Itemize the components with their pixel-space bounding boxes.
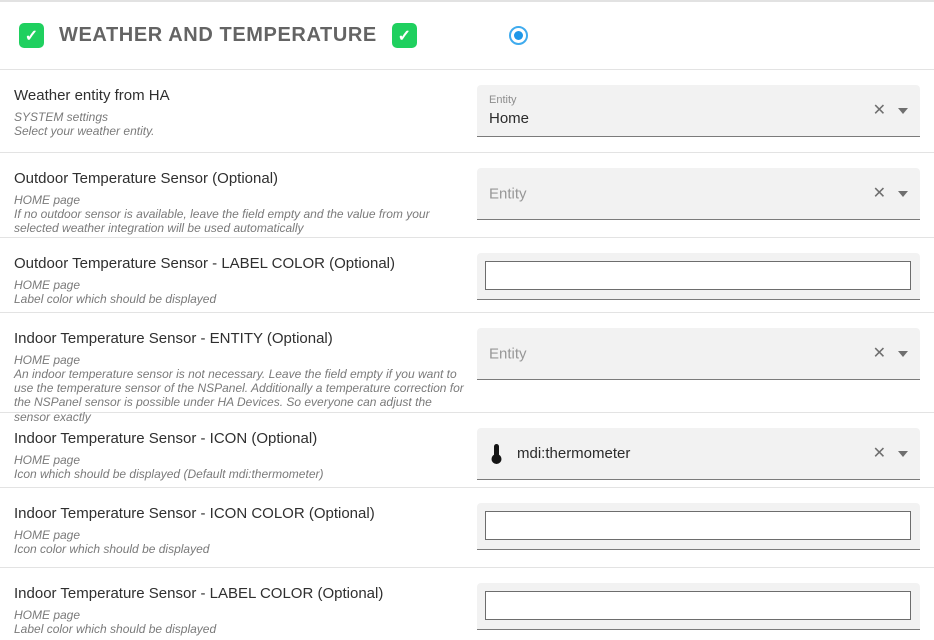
clear-icon[interactable]: ✕	[873, 103, 886, 119]
row-description: If no outdoor sensor is available, leave…	[14, 207, 466, 235]
field-placeholder: Entity	[489, 185, 527, 202]
row-indoor-icon-color: Indoor Temperature Sensor - ICON COLOR (…	[0, 488, 934, 568]
indoor-label-color-field	[477, 583, 920, 630]
field-value: Home	[489, 110, 529, 127]
row-indoor-icon: Indoor Temperature Sensor - ICON (Option…	[0, 413, 934, 488]
row-context: HOME page	[14, 278, 467, 292]
thermometer-icon	[489, 443, 504, 465]
row-outdoor-label-color: Outdoor Temperature Sensor - LABEL COLOR…	[0, 238, 934, 313]
row-label-block: Indoor Temperature Sensor - ENTITY (Opti…	[0, 313, 477, 412]
indoor-icon-color-field	[477, 503, 920, 550]
row-label-block: Indoor Temperature Sensor - ICON (Option…	[0, 413, 477, 487]
row-indoor-entity: Indoor Temperature Sensor - ENTITY (Opti…	[0, 313, 934, 413]
section-confirm-checkbox[interactable]: ✓	[392, 23, 417, 48]
clear-icon[interactable]: ✕	[873, 446, 886, 462]
outdoor-temp-entity-select[interactable]: Entity ✕	[477, 168, 920, 220]
row-label-block: Indoor Temperature Sensor - ICON COLOR (…	[0, 488, 477, 567]
row-description: Label color which should be displayed	[14, 622, 466, 636]
radio-dot-icon	[514, 31, 523, 40]
section-header: ✓ WEATHER AND TEMPERATURE ✓	[0, 2, 934, 70]
row-title: Weather entity from HA	[14, 87, 467, 104]
row-title: Indoor Temperature Sensor - ENTITY (Opti…	[14, 330, 467, 347]
chevron-down-icon[interactable]	[898, 191, 908, 197]
chevron-down-icon[interactable]	[898, 451, 908, 457]
settings-page: ✓ WEATHER AND TEMPERATURE ✓ Weather enti…	[0, 0, 934, 640]
indoor-icon-select[interactable]: mdi:thermometer ✕	[477, 428, 920, 480]
row-title: Indoor Temperature Sensor - ICON (Option…	[14, 430, 467, 447]
row-label-block: Weather entity from HA SYSTEM settings S…	[0, 70, 477, 152]
row-outdoor-temp-sensor: Outdoor Temperature Sensor (Optional) HO…	[0, 153, 934, 238]
row-description: Icon which should be displayed (Default …	[14, 467, 466, 481]
field-value: mdi:thermometer	[517, 445, 630, 462]
row-title: Outdoor Temperature Sensor - LABEL COLOR…	[14, 255, 467, 272]
check-icon: ✓	[25, 26, 38, 46]
row-title: Outdoor Temperature Sensor (Optional)	[14, 170, 467, 187]
row-weather-entity: Weather entity from HA SYSTEM settings S…	[0, 70, 934, 153]
row-title: Indoor Temperature Sensor - LABEL COLOR …	[14, 585, 467, 602]
outdoor-label-color-input[interactable]	[485, 261, 911, 290]
page-title: WEATHER AND TEMPERATURE	[59, 24, 377, 47]
field-label: Entity	[489, 94, 517, 106]
row-context: HOME page	[14, 353, 467, 367]
section-radio-selected[interactable]	[509, 26, 528, 45]
check-icon: ✓	[398, 26, 411, 46]
indoor-icon-color-input[interactable]	[485, 511, 911, 540]
row-description: Icon color which should be displayed	[14, 542, 466, 556]
row-label-block: Outdoor Temperature Sensor - LABEL COLOR…	[0, 238, 477, 312]
row-context: HOME page	[14, 528, 467, 542]
row-label-block: Indoor Temperature Sensor - LABEL COLOR …	[0, 568, 477, 640]
row-description: Label color which should be displayed	[14, 292, 466, 306]
indoor-temp-entity-select[interactable]: Entity ✕	[477, 328, 920, 380]
clear-icon[interactable]: ✕	[873, 346, 886, 362]
row-context: HOME page	[14, 193, 467, 207]
indoor-label-color-input[interactable]	[485, 591, 911, 620]
section-enabled-checkbox[interactable]: ✓	[19, 23, 44, 48]
row-context: HOME page	[14, 453, 467, 467]
chevron-down-icon[interactable]	[898, 351, 908, 357]
clear-icon[interactable]: ✕	[873, 186, 886, 202]
outdoor-label-color-field	[477, 253, 920, 300]
field-placeholder: Entity	[489, 345, 527, 362]
row-context: SYSTEM settings	[14, 110, 467, 124]
row-context: HOME page	[14, 608, 467, 622]
weather-entity-select[interactable]: Entity Home ✕	[477, 85, 920, 137]
row-indoor-label-color: Indoor Temperature Sensor - LABEL COLOR …	[0, 568, 934, 640]
chevron-down-icon[interactable]	[898, 108, 908, 114]
row-description: Select your weather entity.	[14, 124, 466, 138]
row-title: Indoor Temperature Sensor - ICON COLOR (…	[14, 505, 467, 522]
row-label-block: Outdoor Temperature Sensor (Optional) HO…	[0, 153, 477, 237]
